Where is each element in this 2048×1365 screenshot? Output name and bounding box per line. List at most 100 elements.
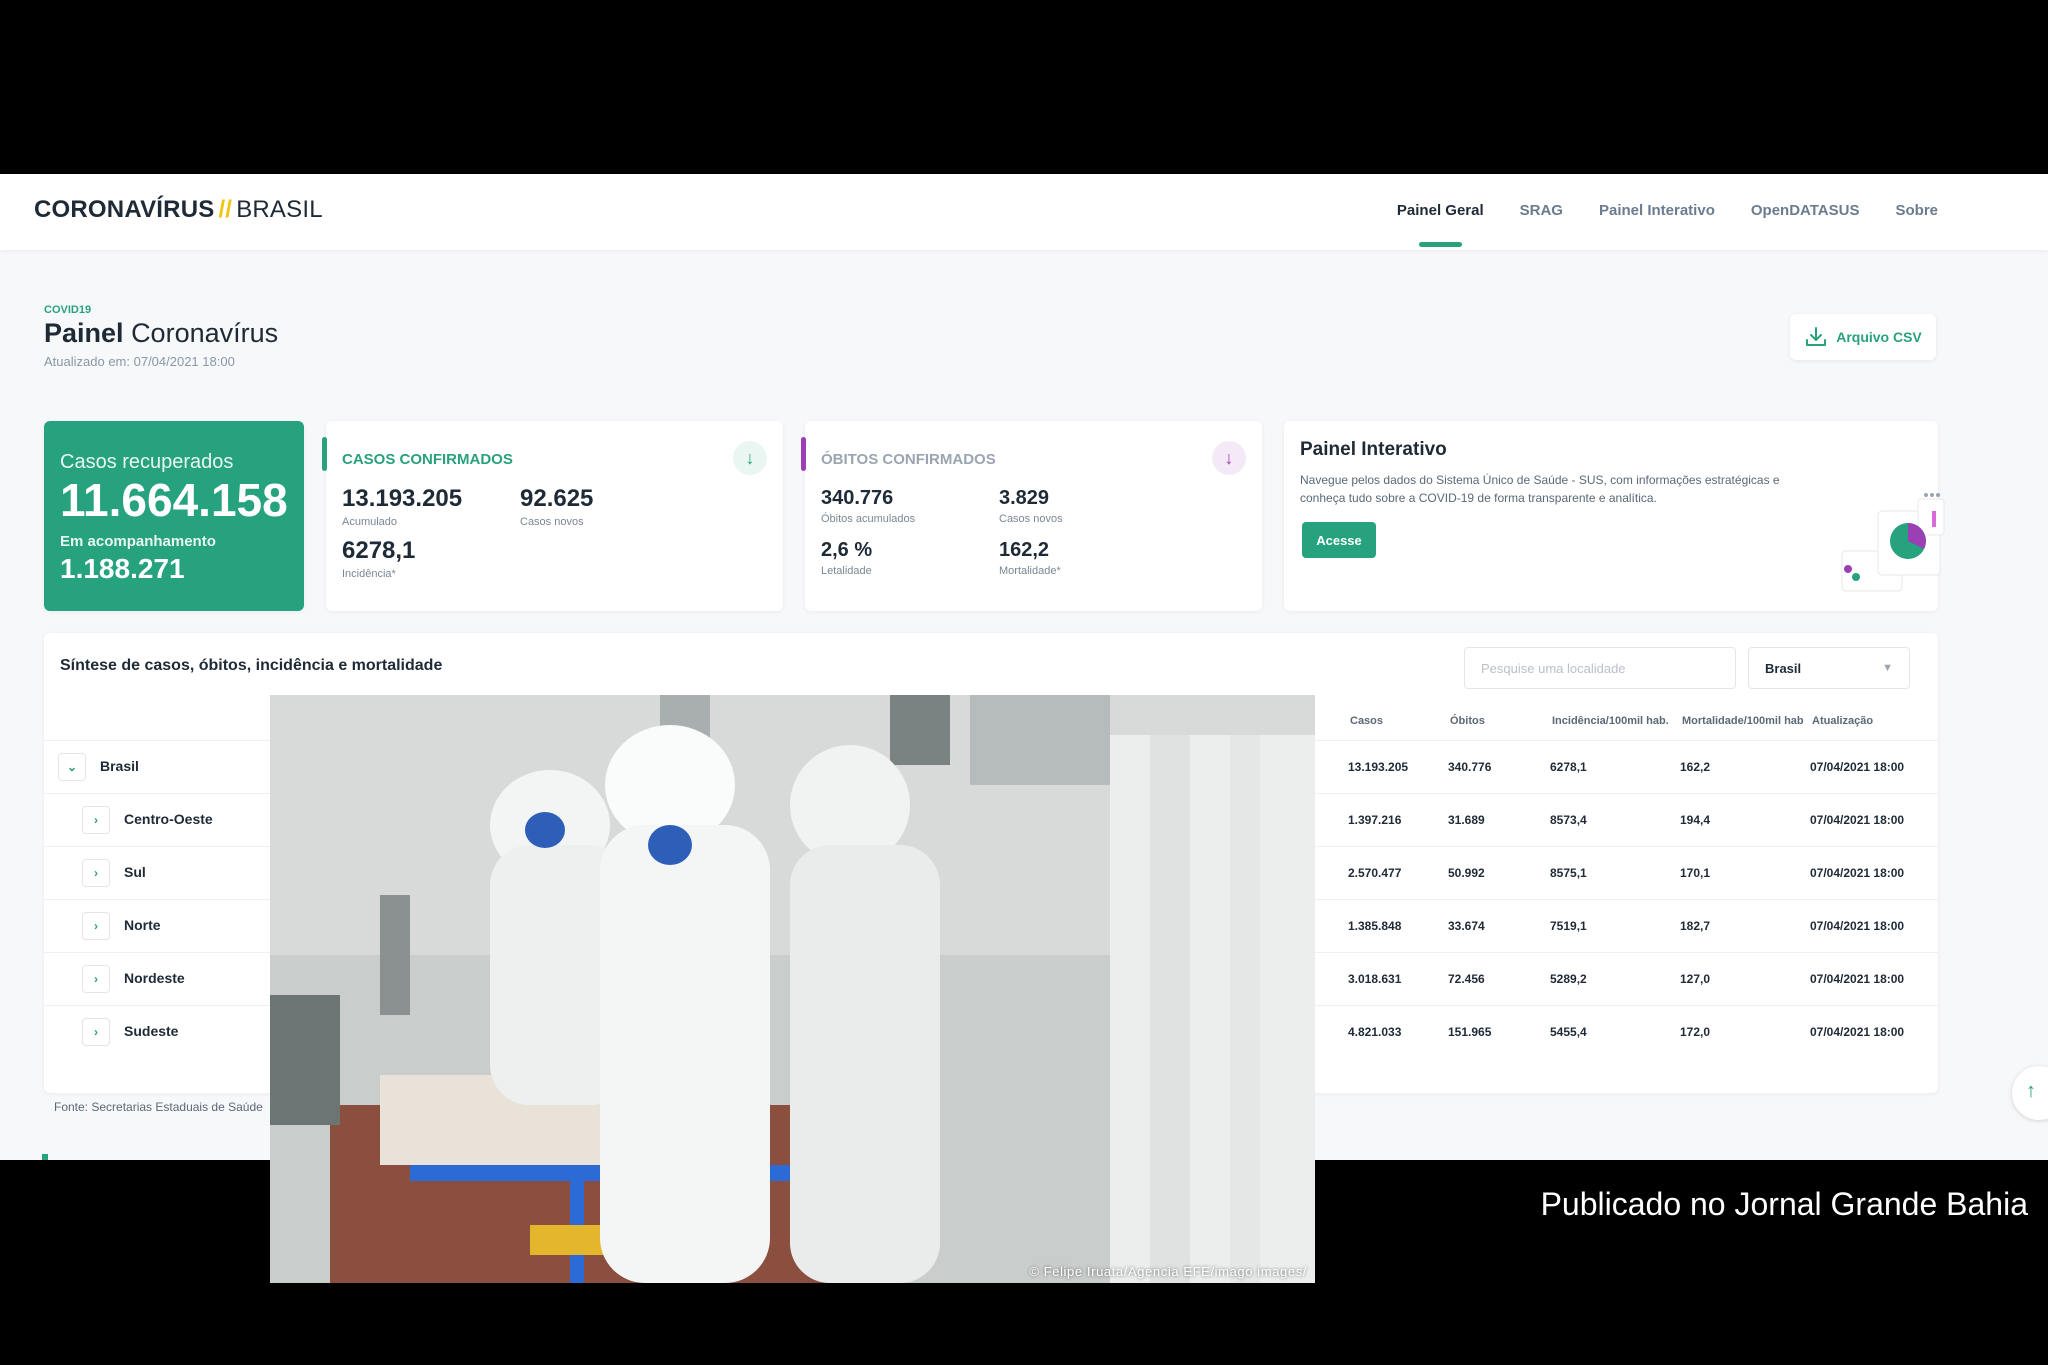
- row-incidencia: 5289,2: [1550, 972, 1587, 986]
- chevron-right-icon[interactable]: ›: [82, 859, 110, 887]
- cases-new-value: 92.625: [520, 485, 594, 512]
- row-atualizacao: 07/04/2021 18:00: [1810, 919, 1905, 933]
- interactive-panel-title: Painel Interativo: [1300, 439, 1447, 460]
- updated-timestamp: Atualizado em: 07/04/2021 18:00: [44, 354, 235, 369]
- row-region-name: Sul: [124, 864, 146, 880]
- deaths-accumulated-label: Óbitos acumulados: [821, 513, 916, 525]
- recovered-label: Casos recuperados: [60, 451, 234, 473]
- chevron-down-icon[interactable]: ⌄: [58, 753, 86, 781]
- row-obitos: 340.776: [1448, 760, 1492, 774]
- row-obitos: 31.689: [1448, 813, 1485, 827]
- arrow-up-icon[interactable]: ↑: [2012, 1066, 2048, 1120]
- th-casos: Casos: [1350, 715, 1384, 727]
- nav-painel-interativo[interactable]: Painel Interativo: [1599, 202, 1715, 219]
- chevron-right-icon[interactable]: ›: [82, 912, 110, 940]
- brand-slash: //: [218, 196, 233, 223]
- row-mortalidade: 170,1: [1680, 866, 1711, 880]
- row-obitos: 50.992: [1448, 866, 1485, 880]
- page-title-rest: Coronavírus: [131, 318, 279, 348]
- chevron-right-icon[interactable]: ›: [82, 1018, 110, 1046]
- deaths-lethality-label: Letalidade: [821, 565, 872, 577]
- arrow-down-icon[interactable]: ↓: [1212, 441, 1246, 475]
- interactive-panel-description: Navegue pelos dados do Sistema Único de …: [1300, 473, 1780, 505]
- page-title-bold: Painel: [44, 318, 124, 348]
- brand-part2: BRASIL: [236, 196, 323, 223]
- chevron-right-icon[interactable]: ›: [82, 806, 110, 834]
- row-incidencia: 8573,4: [1550, 813, 1587, 827]
- nav-sobre[interactable]: Sobre: [1895, 202, 1938, 219]
- csv-download-button[interactable]: Arquivo CSV: [1790, 314, 1936, 360]
- nav-opendatasus[interactable]: OpenDATASUS: [1751, 202, 1860, 219]
- row-obitos: 151.965: [1448, 1025, 1492, 1039]
- confirmed-cases-card: CASOS CONFIRMADOS ↓ 13.193.205 Acumulado…: [322, 421, 783, 611]
- location-select-value: Brasil: [1765, 660, 1802, 676]
- row-obitos: 33.674: [1448, 919, 1485, 933]
- row-casos: 4.821.033: [1348, 1025, 1402, 1039]
- deaths-new-label: Casos novos: [999, 513, 1063, 525]
- row-obitos: 72.456: [1448, 972, 1485, 986]
- deaths-mortality-value: 162,2: [999, 539, 1050, 561]
- data-source-note: Fonte: Secretarias Estaduais de Saúde: [54, 1100, 263, 1114]
- screenshot-frame: CORONAVÍRUS//BRASIL Painel Geral SRAG Pa…: [0, 0, 2048, 1365]
- th-atualizacao: Atualização: [1812, 715, 1874, 727]
- row-mortalidade: 172,0: [1680, 1025, 1711, 1039]
- cases-accumulated-label: Acumulado: [342, 516, 398, 528]
- followup-label: Em acompanhamento: [60, 533, 216, 550]
- row-region-name: Nordeste: [124, 970, 185, 986]
- row-mortalidade: 194,4: [1680, 813, 1711, 827]
- row-atualizacao: 07/04/2021 18:00: [1810, 972, 1905, 986]
- cases-new: 92.625 Casos novos: [520, 485, 593, 528]
- synthesis-title: Síntese de casos, óbitos, incidência e m…: [60, 657, 443, 674]
- chevron-down-icon: ▼: [1882, 662, 1893, 674]
- location-search-input[interactable]: [1464, 647, 1736, 689]
- deaths-accumulated-value: 340.776: [821, 487, 894, 509]
- confirmed-deaths-card: ÓBITOS CONFIRMADOS ↓ 340.776 Óbitos acum…: [801, 421, 1262, 611]
- cases-incidence-value: 6278,1: [342, 537, 416, 564]
- photo-credit: © Felipe Iruata/Agencia EFE/imago images…: [1029, 1264, 1307, 1279]
- cases-incidence: 6278,1 Incidência*: [342, 537, 415, 580]
- page-title: Painel Coronavírus: [44, 318, 278, 349]
- cases-new-label: Casos novos: [520, 516, 584, 528]
- row-region-name: Centro-Oeste: [124, 811, 213, 827]
- nav-srag[interactable]: SRAG: [1520, 202, 1563, 219]
- recovered-card: Casos recuperados 11.664.158 Em acompanh…: [44, 421, 304, 611]
- news-photo: © Felipe Iruata/Agencia EFE/imago images…: [270, 695, 1315, 1283]
- decorative-marker: [42, 1154, 48, 1160]
- dashboard-illustration-icon: [1841, 493, 1945, 592]
- access-button[interactable]: Acesse: [1302, 522, 1376, 558]
- confirmed-cases-title: CASOS CONFIRMADOS: [342, 451, 513, 468]
- recovered-value: 11.664.158: [60, 474, 288, 526]
- row-atualizacao: 07/04/2021 18:00: [1810, 1025, 1905, 1039]
- brand-part1: CORONAVÍRUS: [34, 196, 215, 223]
- location-select[interactable]: Brasil ▼: [1748, 647, 1910, 689]
- arrow-down-icon[interactable]: ↓: [733, 441, 767, 475]
- nav-painel-geral[interactable]: Painel Geral: [1397, 202, 1484, 247]
- row-mortalidade: 162,2: [1680, 760, 1711, 774]
- deaths-lethality: 2,6 % Letalidade: [821, 539, 872, 577]
- row-region-name: Sudeste: [124, 1023, 179, 1039]
- top-navbar: CORONAVÍRUS//BRASIL Painel Geral SRAG Pa…: [0, 174, 2048, 250]
- deaths-new-value: 3.829: [999, 487, 1050, 509]
- brand-logo[interactable]: CORONAVÍRUS//BRASIL: [34, 196, 323, 224]
- row-incidencia: 7519,1: [1550, 919, 1587, 933]
- followup-value: 1.188.271: [60, 553, 185, 584]
- card-accent-bar: [322, 437, 327, 471]
- confirmed-deaths-title: ÓBITOS CONFIRMADOS: [821, 451, 996, 468]
- row-incidencia: 6278,1: [1550, 760, 1587, 774]
- deaths-mortality-label: Mortalidade*: [999, 565, 1061, 577]
- hospital-scene-image: [270, 695, 1315, 1283]
- row-casos: 1.397.216: [1348, 813, 1402, 827]
- row-casos: 13.193.205: [1348, 760, 1409, 774]
- cases-incidence-label: Incidência*: [342, 568, 396, 580]
- row-atualizacao: 07/04/2021 18:00: [1810, 866, 1905, 880]
- publication-caption: Publicado no Jornal Grande Bahia: [1540, 1186, 2028, 1222]
- cases-accumulated: 13.193.205 Acumulado: [342, 485, 462, 528]
- chevron-right-icon[interactable]: ›: [82, 965, 110, 993]
- page-kicker: COVID19: [44, 304, 92, 316]
- row-atualizacao: 07/04/2021 18:00: [1810, 760, 1905, 774]
- row-atualizacao: 07/04/2021 18:00: [1810, 813, 1905, 827]
- row-casos: 2.570.477: [1348, 866, 1402, 880]
- row-incidencia: 8575,1: [1550, 866, 1587, 880]
- interactive-panel-card: Painel Interativo Navegue pelos dados do…: [1284, 421, 1945, 611]
- row-mortalidade: 182,7: [1680, 919, 1711, 933]
